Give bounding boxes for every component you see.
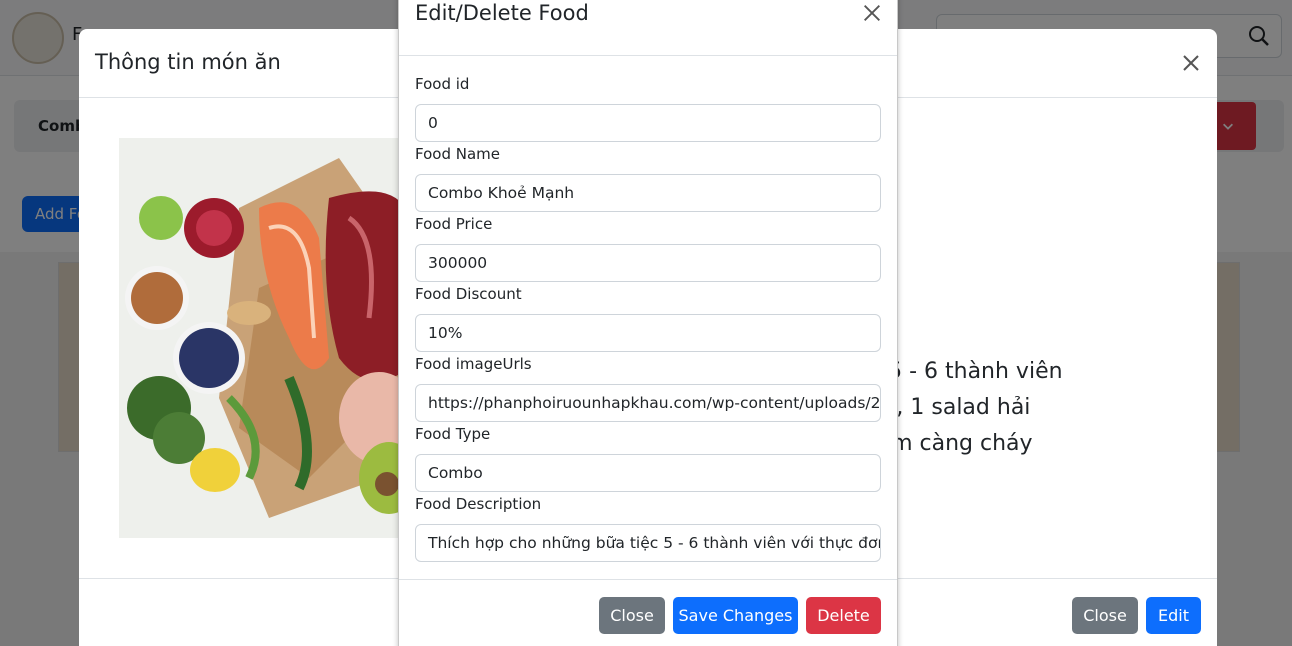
food-id-input[interactable]: 0 [415,104,881,142]
food-price-label: Food Price [415,215,493,233]
save-changes-button[interactable]: Save Changes [673,597,798,634]
food-type-input[interactable]: Combo [415,454,881,492]
food-photo [119,138,409,538]
modal-header: Edit/Delete Food [399,1,897,56]
food-description-input[interactable]: Thích hợp cho những bữa tiệc 5 - 6 thành… [415,524,881,562]
edit-button[interactable]: Edit [1146,597,1201,634]
close-icon[interactable] [861,2,883,24]
food-description: c 5 - 6 thành viên hỏ, 1 salad hải tôm c… [869,354,1169,498]
close-icon[interactable] [1179,51,1203,75]
food-image-urls-input[interactable]: https://phanphoiruounhapkhau.com/wp-cont… [415,384,881,422]
description-line: tôm càng cháy [869,431,1033,456]
food-discount-input[interactable]: 10% [415,314,881,352]
food-image [119,138,409,538]
close-button[interactable]: Close [1072,597,1138,634]
modal-footer: Close Save Changes Delete [399,579,897,646]
food-discount-label: Food Discount [415,285,522,303]
food-name-input[interactable]: Combo Khoẻ Mạnh [415,174,881,212]
description-line: c 5 - 6 thành viên [869,359,1063,384]
modal-title: Edit/Delete Food [415,1,589,25]
food-image-urls-label: Food imageUrls [415,355,532,373]
food-description-label: Food Description [415,495,542,513]
description-line: hỏ, 1 salad hải [869,395,1031,420]
delete-button[interactable]: Delete [806,597,881,634]
edit-food-modal: Edit/Delete Food Food id 0 Food Name Com… [398,0,898,646]
food-price-input[interactable]: 300000 [415,244,881,282]
food-id-label: Food id [415,75,470,93]
food-name-label: Food Name [415,145,500,163]
description-line: mì [869,462,1169,498]
close-button[interactable]: Close [599,597,665,634]
modal-title: Thông tin món ăn [95,50,281,74]
food-type-label: Food Type [415,425,491,443]
